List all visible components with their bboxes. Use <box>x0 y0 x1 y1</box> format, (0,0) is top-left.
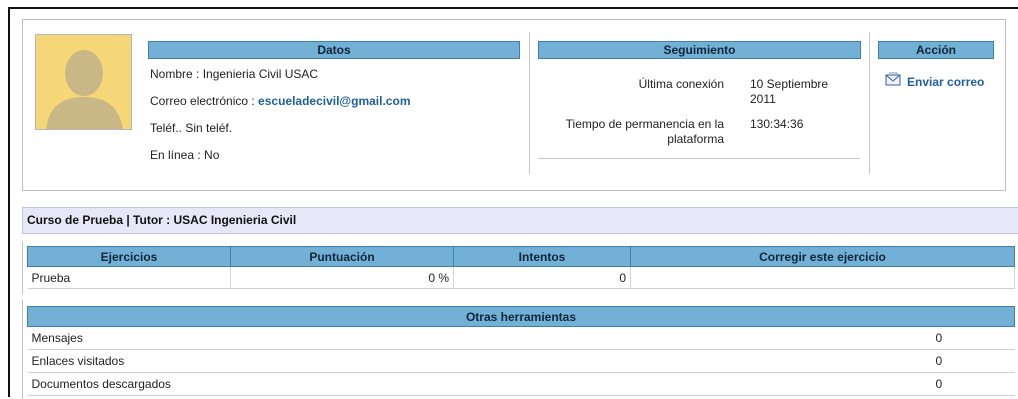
tool-count: 0 <box>931 349 1015 373</box>
tool-count: 0 <box>931 372 1015 396</box>
avatar <box>35 34 132 130</box>
ejercicios-section: Ejercicios Puntuación Intentos Corregir … <box>22 242 1018 294</box>
nombre-value: Ingenieria Civil USAC <box>202 67 319 81</box>
column-divider <box>529 32 530 174</box>
col-ejercicios: Ejercicios <box>27 246 231 267</box>
report-frame: Datos Nombre : Ingenieria Civil USAC Cor… <box>8 7 1018 399</box>
user-profile-panel: Datos Nombre : Ingenieria Civil USAC Cor… <box>22 19 1006 191</box>
otras-herramientas-header: Otras herramientas <box>27 306 1015 327</box>
ultima-conexion-value: 10 Septiembre 2011 <box>750 77 828 107</box>
otras-herramientas-table: Otras herramientas Mensajes 0 Enlaces vi… <box>27 306 1015 396</box>
ultima-conexion-year: 2011 <box>750 92 776 106</box>
table-row: Mensajes 0 <box>27 326 1015 350</box>
table-row: Prueba 0 % 0 <box>27 266 1015 289</box>
permanencia-label-line1: Tiempo de permanencia en la <box>565 117 724 131</box>
envelope-icon[interactable] <box>885 72 901 86</box>
tool-count: 0 <box>931 326 1015 350</box>
permanencia-value: 130:34:36 <box>750 117 804 131</box>
tool-label: Mensajes <box>27 326 932 350</box>
correo-label: Correo electrónico : <box>150 94 259 108</box>
telefono-text: Teléf.. Sin teléf. <box>150 121 233 135</box>
email-link[interactable]: escueladecivil@gmail.com <box>258 94 410 108</box>
permanencia-label-line2: plataforma <box>667 132 724 146</box>
seguimiento-divider <box>538 158 860 159</box>
table-row: Enlaces visitados 0 <box>27 349 1015 373</box>
user-silhouette-icon <box>36 35 131 129</box>
otras-herramientas-section: Otras herramientas Mensajes 0 Enlaces vi… <box>22 300 1018 399</box>
ejercicio-nombre: Prueba <box>27 266 231 289</box>
col-puntuacion: Puntuación <box>230 246 454 267</box>
correo-line: Correo electrónico : escueladecivil@gmai… <box>150 94 410 108</box>
send-email-link[interactable]: Enviar correo <box>907 75 984 89</box>
ejercicio-intentos: 0 <box>453 266 631 289</box>
col-corregir: Corregir este ejercicio <box>630 246 1015 267</box>
ejercicio-corregir[interactable] <box>630 266 1015 289</box>
table-row: Documentos descargados 0 <box>27 372 1015 396</box>
seguimiento-header: Seguimiento <box>538 41 861 59</box>
column-divider <box>869 32 870 174</box>
col-intentos: Intentos <box>453 246 631 267</box>
nombre-line: Nombre : Ingenieria Civil USAC <box>150 67 318 81</box>
datos-header: Datos <box>148 41 520 59</box>
permanencia-label: Tiempo de permanencia en la plataforma <box>538 117 724 147</box>
nombre-label: Nombre : <box>150 67 203 81</box>
tool-label: Documentos descargados <box>27 372 932 396</box>
tool-label: Enlaces visitados <box>27 349 932 373</box>
course-title-bar: Curso de Prueba | Tutor : USAC Ingenieri… <box>22 207 1018 234</box>
accion-header: Acción <box>878 41 994 59</box>
ultima-conexion-date: 10 Septiembre <box>750 77 829 91</box>
en-linea-status: En línea : No <box>150 148 220 162</box>
ultima-conexion-label: Última conexión <box>638 77 724 91</box>
ejercicio-puntuacion: 0 % <box>230 266 454 289</box>
ejercicios-table: Ejercicios Puntuación Intentos Corregir … <box>27 246 1015 289</box>
